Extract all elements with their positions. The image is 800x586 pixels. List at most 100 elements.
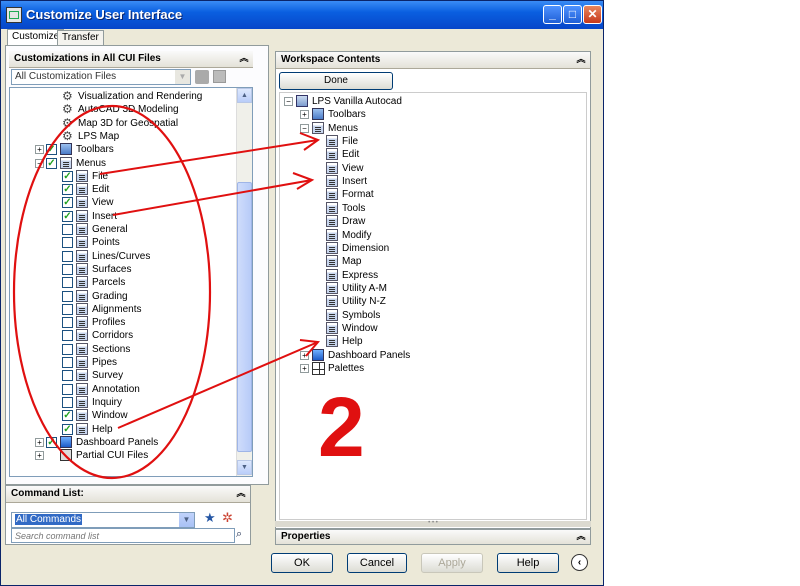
tree-item[interactable]: General: [10, 223, 252, 236]
tree-item[interactable]: File: [280, 135, 586, 148]
tree-item[interactable]: Insert: [280, 175, 586, 188]
checkbox-unchecked[interactable]: [62, 357, 73, 368]
tree-item[interactable]: Format: [280, 188, 586, 201]
cui-file-filter-select[interactable]: All Customization Files ▼: [11, 69, 191, 85]
checkbox-checked[interactable]: ✓: [46, 157, 57, 169]
tree-item[interactable]: − Menus: [280, 121, 586, 135]
close-button[interactable]: ✕: [583, 5, 602, 24]
customizations-scrollbar[interactable]: ▲ ▼: [236, 88, 252, 476]
ok-button[interactable]: OK: [271, 553, 333, 573]
checkbox-checked[interactable]: ✓: [62, 423, 73, 435]
search-command-input[interactable]: [11, 528, 235, 543]
tree-item[interactable]: ⚙ Visualization and Rendering: [10, 90, 252, 103]
tree-item[interactable]: Annotation: [10, 382, 252, 396]
tree-item[interactable]: Survey: [10, 369, 252, 382]
checkbox-unchecked[interactable]: [62, 396, 73, 408]
tree-item[interactable]: Parcels: [10, 276, 252, 289]
tree-item[interactable]: Sections: [10, 342, 252, 356]
tab-customize[interactable]: Customize: [7, 29, 65, 46]
checkbox-unchecked[interactable]: [62, 317, 73, 329]
collapse-icon[interactable]: ︽: [239, 54, 249, 64]
panel-splitter[interactable]: • • •: [275, 520, 591, 527]
tree-item[interactable]: Window: [280, 321, 586, 335]
checkbox-unchecked[interactable]: [62, 370, 73, 382]
collapse-icon[interactable]: −: [284, 97, 293, 106]
tree-item[interactable]: Draw: [280, 215, 586, 228]
tree-item[interactable]: + ✓ Dashboard Panels: [10, 435, 252, 449]
checkbox-unchecked[interactable]: [62, 263, 73, 275]
checkbox-unchecked[interactable]: [62, 343, 73, 355]
load-partial-icon[interactable]: [195, 70, 209, 84]
checkbox-unchecked[interactable]: [62, 383, 73, 395]
cancel-button[interactable]: Cancel: [347, 553, 407, 573]
checkbox-unchecked[interactable]: [62, 303, 73, 315]
tree-item[interactable]: ✓ File: [10, 169, 252, 183]
expand-icon[interactable]: +: [35, 145, 44, 155]
tree-item[interactable]: − ✓ Menus: [10, 156, 252, 170]
tree-item[interactable]: Dimension: [280, 241, 586, 255]
tree-item[interactable]: ✓ Insert: [10, 209, 252, 223]
tree-item[interactable]: ✓ Help: [10, 422, 252, 436]
checkbox-unchecked[interactable]: [62, 290, 73, 302]
checkbox-unchecked[interactable]: [62, 224, 73, 235]
scroll-thumb[interactable]: [237, 182, 252, 452]
tree-item[interactable]: Points: [10, 236, 252, 249]
checkbox-unchecked[interactable]: [62, 330, 73, 342]
tree-item[interactable]: Utility N-Z: [280, 295, 586, 308]
checkbox-unchecked[interactable]: [62, 277, 73, 289]
checkbox-checked[interactable]: ✓: [62, 410, 73, 422]
checkbox-checked[interactable]: ✓: [46, 144, 57, 156]
tree-item[interactable]: + Toolbars: [280, 108, 586, 121]
collapse-icon[interactable]: −: [300, 123, 309, 133]
done-button[interactable]: Done: [279, 72, 393, 90]
new-command-spark-icon[interactable]: ✲: [222, 510, 233, 526]
checkbox-checked[interactable]: ✓: [62, 210, 73, 222]
checkbox-checked[interactable]: ✓: [62, 170, 73, 182]
tree-item[interactable]: Profiles: [10, 316, 252, 329]
tree-item[interactable]: Map: [280, 255, 586, 268]
apply-button[interactable]: Apply: [421, 553, 483, 573]
collapse-icon[interactable]: ︽: [576, 532, 586, 542]
tree-item[interactable]: Symbols: [280, 308, 586, 322]
tree-item[interactable]: ✓ View: [10, 196, 252, 209]
minimize-button[interactable]: _: [543, 5, 562, 24]
expand-icon[interactable]: +: [35, 451, 44, 461]
tree-item[interactable]: View: [280, 161, 586, 175]
checkbox-unchecked[interactable]: [62, 237, 73, 249]
expand-icon[interactable]: +: [35, 437, 44, 447]
tree-item[interactable]: Modify: [280, 228, 586, 242]
tree-item[interactable]: Alignments: [10, 302, 252, 316]
save-icon[interactable]: [213, 70, 226, 83]
title-bar[interactable]: Customize User Interface _ □ ✕: [1, 1, 603, 29]
tree-item[interactable]: Utility A-M: [280, 281, 586, 295]
expand-icon[interactable]: +: [300, 110, 309, 120]
chevron-left-icon[interactable]: ‹: [571, 554, 588, 571]
collapse-icon[interactable]: −: [35, 158, 44, 168]
tree-item[interactable]: ✓ Window: [10, 409, 252, 422]
tree-item[interactable]: Help: [280, 335, 586, 348]
tree-item[interactable]: Tools: [280, 201, 586, 215]
checkbox-checked[interactable]: ✓: [62, 184, 73, 196]
tree-item[interactable]: ✓ Edit: [10, 183, 252, 196]
command-filter-select[interactable]: All Commands ▼: [11, 512, 195, 528]
tree-item[interactable]: Lines/Curves: [10, 249, 252, 263]
scroll-up-button[interactable]: ▲: [237, 88, 252, 103]
help-button[interactable]: Help: [497, 553, 559, 573]
tree-item[interactable]: Pipes: [10, 356, 252, 369]
new-command-icon[interactable]: ★: [204, 510, 216, 526]
expand-icon[interactable]: +: [300, 350, 309, 360]
tree-item[interactable]: ⚙ LPS Map: [10, 130, 252, 143]
checkbox-unchecked[interactable]: [62, 250, 73, 262]
tree-item[interactable]: Corridors: [10, 329, 252, 342]
checkbox-checked[interactable]: ✓: [62, 197, 73, 209]
tree-item[interactable]: Express: [280, 268, 586, 282]
tree-item[interactable]: + Dashboard Panels: [280, 348, 586, 362]
scroll-down-button[interactable]: ▼: [237, 460, 252, 475]
tree-item[interactable]: ⚙ AutoCAD 3D Modeling: [10, 103, 252, 116]
tree-item[interactable]: + Partial CUI Files: [10, 449, 252, 462]
tree-item[interactable]: Surfaces: [10, 262, 252, 276]
tree-item[interactable]: ⚙ Map 3D for Geospatial: [10, 117, 252, 130]
collapse-icon[interactable]: ︽: [236, 489, 246, 499]
expand-icon[interactable]: +: [300, 364, 309, 373]
tree-item[interactable]: − LPS Vanilla Autocad: [280, 95, 586, 108]
